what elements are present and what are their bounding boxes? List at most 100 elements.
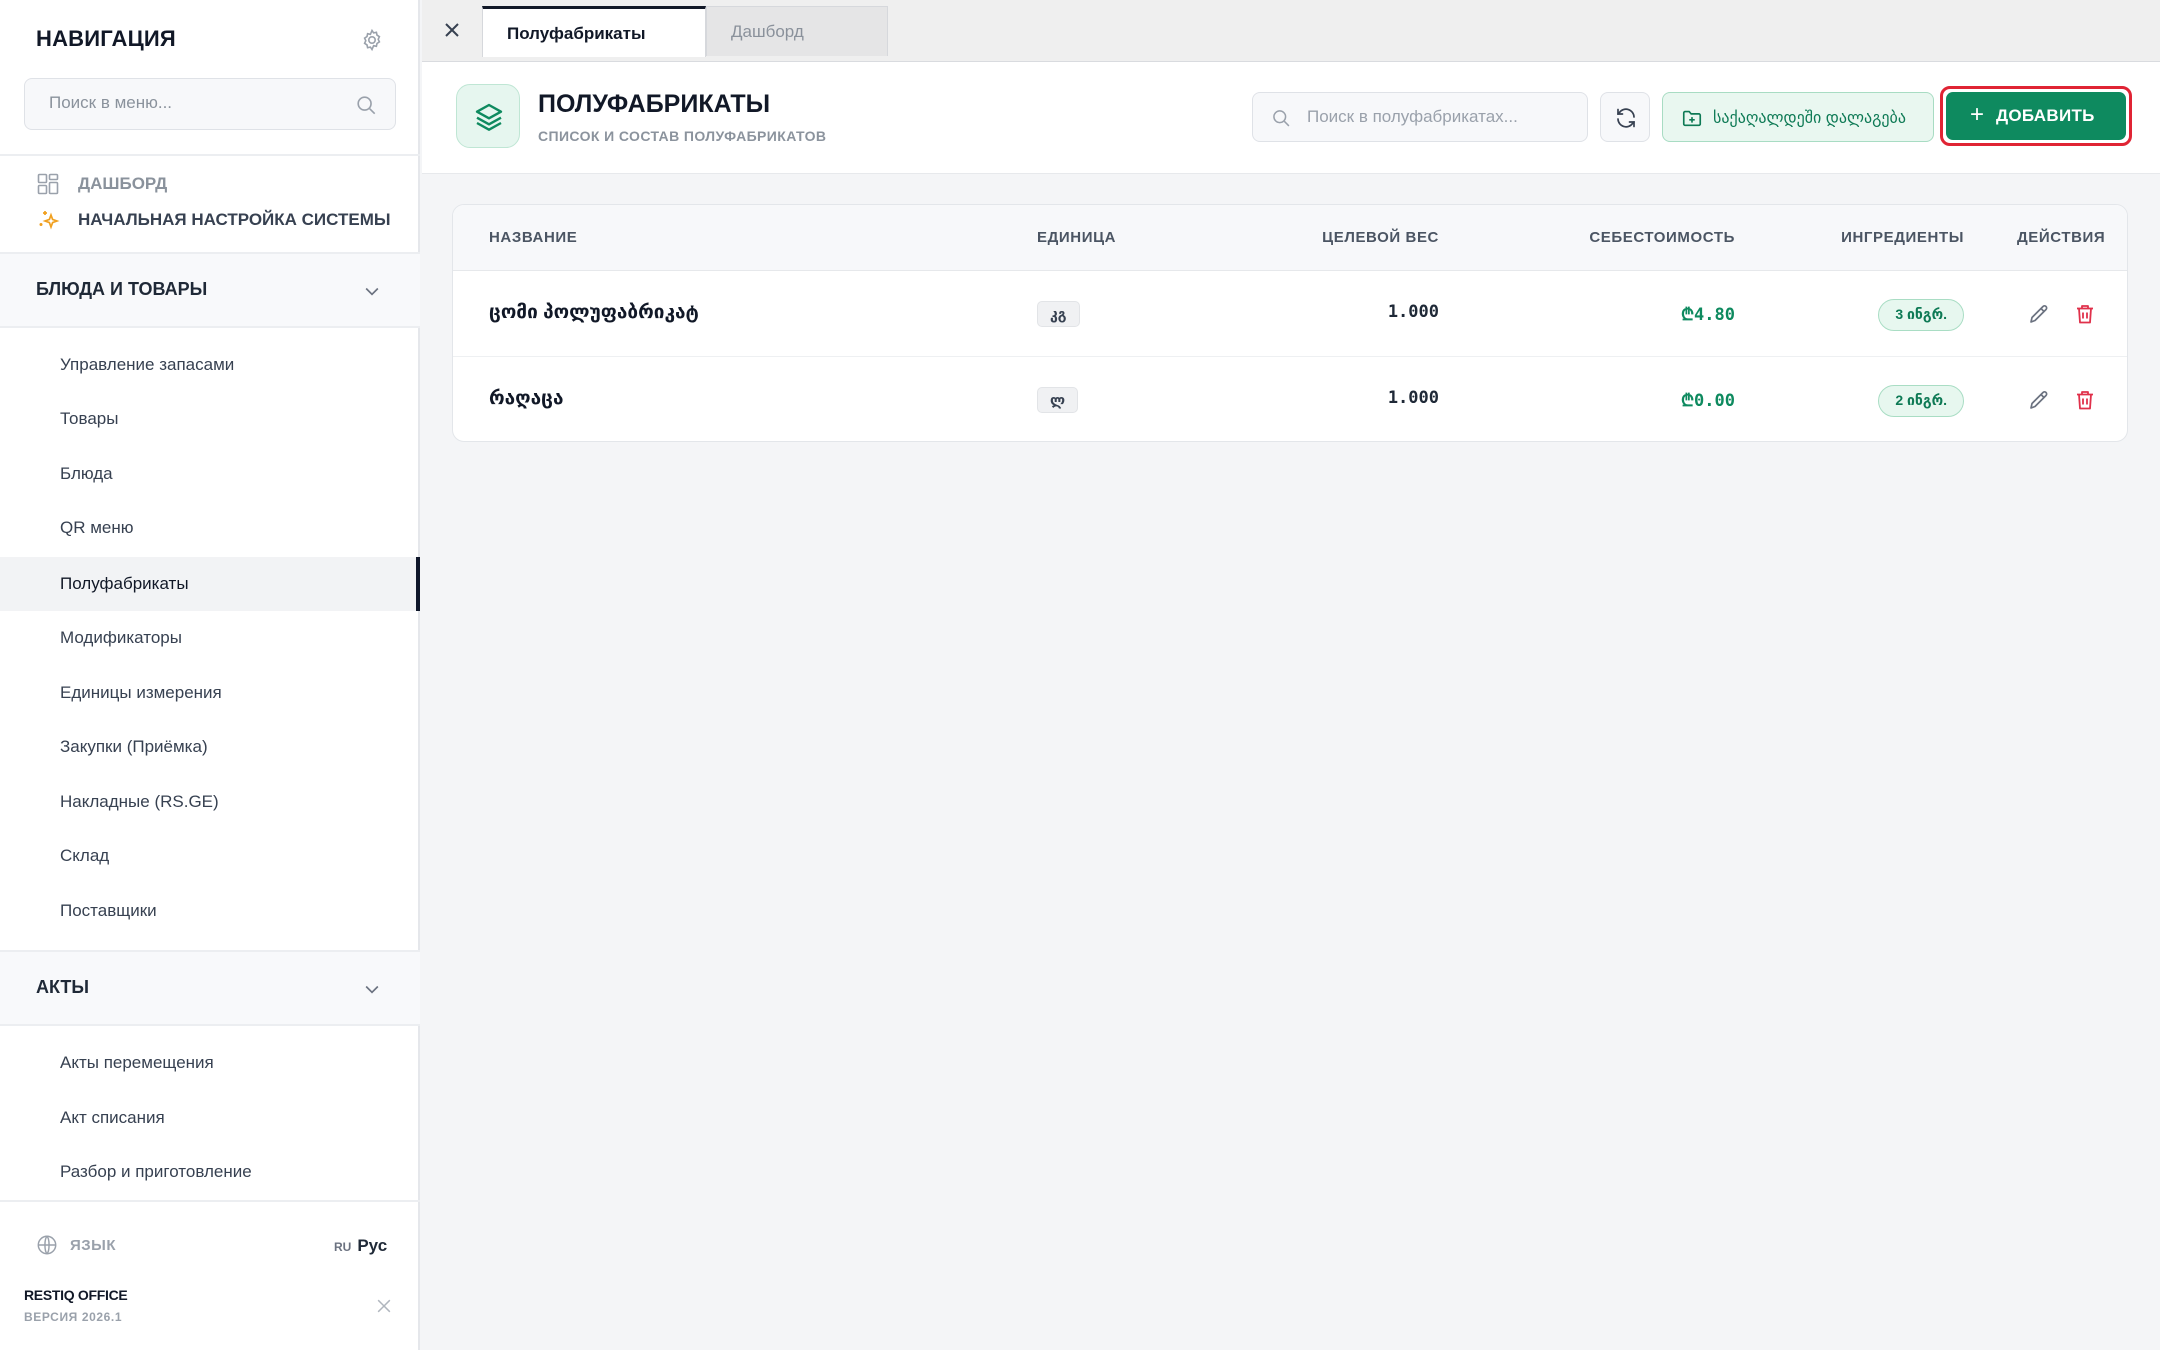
sidebar-item-label: Акты перемещения [60,1053,214,1072]
tab-label: Дашборд [731,22,804,41]
gear-icon[interactable] [360,28,384,52]
row-target-weight: 1.000 [1387,302,1439,322]
language-code: RU [334,1240,352,1254]
table-header: НАЗВАНИЕ ЕДИНИЦА ЦЕЛЕВОЙ ВЕС СЕБЕСТОИМОС… [453,205,2127,271]
search-icon [357,96,376,115]
sidebar-item-dashboard[interactable]: ДАШБОРД [36,172,167,196]
divider [0,154,420,156]
close-icon[interactable] [440,18,464,42]
sidebar-item-label: НАЧАЛЬНАЯ НАСТРОЙКА СИСТЕМЫ [78,210,391,229]
add-button[interactable]: + ДОБАВИТЬ [1946,92,2126,140]
sidebar-item-dishes[interactable]: Блюда [0,447,420,501]
unit-badge: ლ [1037,387,1079,413]
pencil-icon[interactable] [2027,388,2051,412]
tab-dashboard[interactable]: Дашборд [706,6,888,56]
sidebar-item-semi-finished[interactable]: Полуфабрикаты [0,557,420,611]
sidebar-item-write-off[interactable]: Акт списания [0,1091,420,1145]
divider [0,1024,420,1026]
row-target-weight: 1.000 [1387,388,1439,408]
sidebar-item-label: ДАШБОРД [78,174,168,193]
sidebar-item-inventory[interactable]: Управление запасами [0,338,420,392]
language-title: ЯЗЫК [70,1236,117,1254]
menu-search [24,78,396,130]
tab-bar: Полуфабрикаты Дашборд [422,0,2160,62]
sidebar-item-label: Закупки (Приёмка) [60,737,208,756]
sidebar-item-label: Накладные (RS.GE) [60,792,219,811]
add-button-highlight: + ДОБАВИТЬ [1940,86,2132,146]
page-header: ПОЛУФАБРИКАТЫ СПИСОК И СОСТАВ ПОЛУФАБРИК… [422,62,2160,174]
pencil-icon[interactable] [2027,302,2051,326]
sidebar-title: НАВИГАЦИЯ [36,26,176,51]
sidebar-item-suppliers[interactable]: Поставщики [0,884,420,938]
sidebar-item-products[interactable]: Товары [0,392,420,446]
column-header-actions: ДЕЙСТВИЯ [2017,229,2106,246]
sort-into-folder-button[interactable]: საქაღალდეში დალაგება [1662,92,1934,142]
semi-finished-search [1252,92,1588,142]
row-name: ცომი პოლუფაბრიკატ [489,302,699,323]
column-header-cost: СЕБЕСТОИМОСТЬ [1589,229,1735,246]
group-label: БЛЮДА И ТОВАРЫ [36,279,208,299]
search-icon [1273,110,1290,127]
language-label: ЯЗЫК [36,1234,116,1256]
sparkles-icon [39,211,60,230]
layers-icon [475,103,503,131]
sidebar-item-label: QR меню [60,518,134,537]
page-icon-badge [456,84,520,148]
group-label: АКТЫ [36,977,90,997]
sidebar-item-label: Полуфабрикаты [60,574,189,593]
sidebar-item-label: Поставщики [60,901,157,920]
language-selector[interactable]: RU Рус [334,1236,387,1256]
sidebar-item-label: Блюда [60,464,113,483]
sidebar-item-warehouse[interactable]: Склад [0,829,420,883]
semi-finished-table: НАЗВАНИЕ ЕДИНИЦА ЦЕЛЕВОЙ ВЕС СЕБЕСТОИМОС… [452,204,2128,442]
trash-icon[interactable] [2073,388,2097,412]
sidebar-item-label: Управление запасами [60,355,235,374]
chevron-down-icon [365,287,379,296]
sidebar-item-invoices[interactable]: Накладные (RS.GE) [0,775,420,829]
sidebar-item-modifiers[interactable]: Модификаторы [0,611,420,665]
tab-semi-finished[interactable]: Полуфабрикаты [482,6,706,57]
sidebar-item-setup[interactable]: НАЧАЛЬНАЯ НАСТРОЙКА СИСТЕМЫ [36,208,391,232]
chevron-down-icon [365,985,379,994]
sidebar-item-units[interactable]: Единицы измерения [0,666,420,720]
sidebar-item-qr-menu[interactable]: QR меню [0,501,420,555]
row-name: რაღაცა [489,388,564,409]
group-dishes-products[interactable]: БЛЮДА И ТОВАРЫ [0,254,420,326]
brand-name: RESTIQ OFFICE [24,1287,128,1303]
column-header-target-weight: ЦЕЛЕВОЙ ВЕС [1322,229,1439,246]
ingredients-badge[interactable]: 3 ინგრ. [1878,299,1964,331]
sidebar-item-label: Модификаторы [60,628,182,647]
divider [0,326,420,328]
sidebar-item-transfer-acts[interactable]: Акты перемещения [0,1036,420,1090]
page-subtitle: СПИСОК И СОСТАВ ПОЛУФАБРИКАТОВ [538,128,827,144]
sidebar-item-label: Склад [60,846,110,865]
sidebar: НАВИГАЦИЯ ДАШБОРД НАЧАЛЬНАЯ НАСТРОЙКА СИ… [0,0,420,1350]
menu-search-input[interactable] [49,93,349,113]
table-row[interactable]: რაღაცა ლ 1.000 ₾0.00 2 ინგრ. [453,357,2127,441]
group-acts[interactable]: АКТЫ [0,952,420,1024]
plus-icon: + [1970,101,1985,128]
ingredients-badge[interactable]: 2 ინგრ. [1878,385,1964,417]
sidebar-item-disassembly[interactable]: Разбор и приготовление [0,1145,420,1199]
trash-icon[interactable] [2073,302,2097,326]
grid-icon [37,173,59,195]
close-icon[interactable] [374,1296,394,1316]
tab-label: Полуфабрикаты [507,24,646,43]
row-cost: ₾0.00 [1680,391,1735,411]
sort-into-folder-label: საქაღალდეში დალაგება [1713,110,1906,127]
refresh-icon [1617,108,1635,128]
language-name: Рус [357,1236,388,1255]
column-header-ingredients: ИНГРЕДИЕНТЫ [1841,229,1964,246]
table-row[interactable]: ცომი პოლუფაბრიკატ კგ 1.000 ₾4.80 3 ინგრ. [453,271,2127,357]
folder-plus-icon [1682,110,1702,127]
add-button-label: ДОБАВИТЬ [1996,106,2095,125]
divider [0,1200,420,1202]
sidebar-item-label: Акт списания [60,1108,165,1127]
sidebar-item-label: Разбор и приготовление [60,1162,252,1181]
sidebar-item-purchases[interactable]: Закупки (Приёмка) [0,720,420,774]
refresh-button[interactable] [1600,92,1650,142]
sidebar-item-label: Товары [60,409,119,428]
page-title: ПОЛУФАБРИКАТЫ [538,90,771,118]
semi-finished-search-input[interactable] [1307,107,1577,127]
globe-icon [37,1235,57,1255]
